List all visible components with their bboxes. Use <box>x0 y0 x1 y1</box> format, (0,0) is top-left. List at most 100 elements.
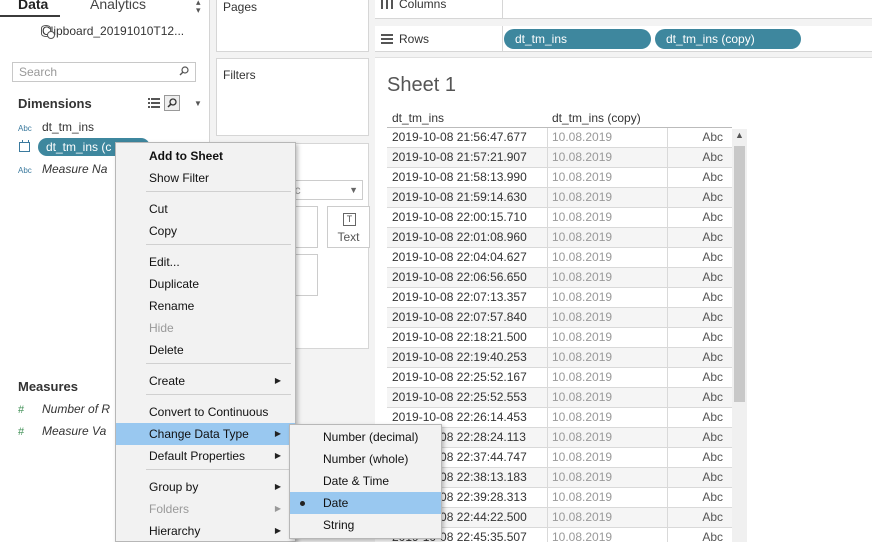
cell-abc: Abc <box>702 190 723 204</box>
table-row[interactable]: 2019-10-08 22:06:56.650 10.08.2019 Abc <box>387 268 733 288</box>
data-type-option-number-whole[interactable]: Number (whole) <box>290 448 441 470</box>
tab-data[interactable]: Data <box>18 0 48 12</box>
scrollbar-thumb[interactable] <box>734 146 745 402</box>
menu-separator <box>146 191 291 192</box>
menu-item-copy[interactable]: Copy <box>116 220 295 242</box>
menu-item-add-to-sheet[interactable]: Add to Sheet <box>116 145 295 167</box>
scroll-up-icon[interactable]: ▲ <box>735 130 744 140</box>
pages-card[interactable]: Pages <box>216 0 369 52</box>
measure-field[interactable]: # Measure Va <box>18 422 106 440</box>
cell-divider <box>667 248 668 268</box>
menu-item-label: Folders <box>149 502 190 516</box>
pane-menu-caret-icon[interactable]: ▼ <box>194 99 202 108</box>
cell-dt-tm-ins-copy: 10.08.2019 <box>552 170 613 184</box>
cell-dt-tm-ins: 2019-10-08 22:04:04.627 <box>392 250 527 264</box>
columns-icon <box>381 0 393 9</box>
cell-dt-tm-ins: 2019-10-08 21:57:21.907 <box>392 150 527 164</box>
cell-abc: Abc <box>702 170 723 184</box>
search-box[interactable] <box>12 62 196 82</box>
cell-divider <box>667 408 668 428</box>
cell-abc: Abc <box>702 330 723 344</box>
text-icon: T <box>343 213 356 226</box>
cell-dt-tm-ins: 2019-10-08 22:18:21.500 <box>392 330 527 344</box>
menu-item-duplicate[interactable]: Duplicate <box>116 273 295 295</box>
rows-pill[interactable]: dt_tm_ins <box>504 29 651 49</box>
table-row[interactable]: 2019-10-08 22:25:52.553 10.08.2019 Abc <box>387 388 733 408</box>
cell-abc: Abc <box>702 370 723 384</box>
cell-dt-tm-ins-copy: 10.08.2019 <box>552 330 613 344</box>
menu-item-group-by[interactable]: Group by ▶ <box>116 476 295 498</box>
cell-dt-tm-ins: 2019-10-08 22:25:52.553 <box>392 390 527 404</box>
rows-shelf[interactable]: Rows dt_tm_ins dt_tm_ins (copy) <box>375 26 872 52</box>
menu-item-change-data-type[interactable]: Change Data Type ▶ <box>116 423 295 445</box>
cell-divider <box>667 168 668 188</box>
find-field-button[interactable] <box>164 95 180 111</box>
rows-pill[interactable]: dt_tm_ins (copy) <box>655 29 801 49</box>
date-type-icon <box>19 140 30 152</box>
table-row[interactable]: 2019-10-08 21:59:14.630 10.08.2019 Abc <box>387 188 733 208</box>
datasource-item[interactable]: Clipboard_20191010T12... <box>22 24 184 39</box>
search-icon[interactable] <box>179 66 189 76</box>
data-type-option-string[interactable]: String <box>290 514 441 536</box>
column-header[interactable]: dt_tm_ins <box>392 111 444 125</box>
cell-divider <box>547 388 548 408</box>
menu-item-label: Date <box>323 496 349 510</box>
menu-item-create[interactable]: Create ▶ <box>116 370 295 392</box>
dimension-field[interactable]: Abc dt_tm_ins <box>18 118 94 136</box>
rows-shelf-label: Rows <box>381 32 429 46</box>
menu-item-convert-to-continuous[interactable]: Convert to Continuous <box>116 401 295 423</box>
data-type-option-date-time[interactable]: Date & Time <box>290 470 441 492</box>
cell-divider <box>547 168 548 188</box>
submenu-arrow-icon: ▶ <box>274 451 281 460</box>
cell-divider <box>547 528 548 542</box>
table-row[interactable]: 2019-10-08 21:57:21.907 10.08.2019 Abc <box>387 148 733 168</box>
table-row[interactable]: 2019-10-08 22:18:21.500 10.08.2019 Abc <box>387 328 733 348</box>
pane-expand-icon[interactable]: ▴ ▾ <box>196 0 201 15</box>
menu-item-delete[interactable]: Delete <box>116 339 295 361</box>
submenu-arrow-icon: ▶ <box>274 526 281 535</box>
cell-abc: Abc <box>702 230 723 244</box>
cell-dt-tm-ins-copy: 10.08.2019 <box>552 490 613 504</box>
filters-card[interactable]: Filters <box>216 58 369 136</box>
string-type-icon: Abc <box>18 166 32 175</box>
tab-analytics[interactable]: Analytics <box>90 0 146 12</box>
cell-dt-tm-ins: 2019-10-08 21:56:47.677 <box>392 130 527 144</box>
columns-shelf[interactable]: Columns <box>375 0 872 19</box>
column-header[interactable]: dt_tm_ins (copy) <box>552 111 641 125</box>
menu-item-hierarchy[interactable]: Hierarchy ▶ <box>116 520 295 542</box>
cell-dt-tm-ins-copy: 10.08.2019 <box>552 370 613 384</box>
submenu-arrow-icon: ▶ <box>274 482 281 491</box>
menu-item-label: String <box>323 518 355 532</box>
menu-item-show-filter[interactable]: Show Filter <box>116 167 295 189</box>
string-type-icon: Abc <box>18 124 32 133</box>
menu-item-rename[interactable]: Rename <box>116 295 295 317</box>
table-row[interactable]: 2019-10-08 22:19:40.253 10.08.2019 Abc <box>387 348 733 368</box>
measure-field[interactable]: # Number of R <box>18 400 110 418</box>
vertical-scrollbar[interactable]: ▲ <box>732 129 747 542</box>
menu-item-cut[interactable]: Cut <box>116 198 295 220</box>
menu-item-edit[interactable]: Edit... <box>116 251 295 273</box>
cell-dt-tm-ins-copy: 10.08.2019 <box>552 390 613 404</box>
table-row[interactable]: 2019-10-08 21:58:13.990 10.08.2019 Abc <box>387 168 733 188</box>
table-row[interactable]: 2019-10-08 22:07:57.840 10.08.2019 Abc <box>387 308 733 328</box>
menu-item-default-properties[interactable]: Default Properties ▶ <box>116 445 295 467</box>
list-view-icon[interactable] <box>148 98 160 108</box>
cell-dt-tm-ins-copy: 10.08.2019 <box>552 430 613 444</box>
data-type-option-number-decimal[interactable]: Number (decimal) <box>290 426 441 448</box>
menu-item-label: Create <box>149 374 186 388</box>
search-input[interactable] <box>13 63 173 81</box>
cell-divider <box>667 188 668 208</box>
dimension-field[interactable]: Abc Measure Na <box>18 160 107 178</box>
text-button[interactable]: T Text <box>327 206 370 248</box>
table-row[interactable]: 2019-10-08 22:07:13.357 10.08.2019 Abc <box>387 288 733 308</box>
cell-divider <box>667 208 668 228</box>
cell-dt-tm-ins-copy: 10.08.2019 <box>552 510 613 524</box>
table-row[interactable]: 2019-10-08 21:56:47.677 10.08.2019 Abc <box>387 128 733 148</box>
table-row[interactable]: 2019-10-08 22:25:52.167 10.08.2019 Abc <box>387 368 733 388</box>
table-row[interactable]: 2019-10-08 22:04:04.627 10.08.2019 Abc <box>387 248 733 268</box>
table-row[interactable]: 2019-10-08 22:01:08.960 10.08.2019 Abc <box>387 228 733 248</box>
pane-tabs: Data Analytics ▴ ▾ <box>0 0 210 17</box>
data-type-option-date[interactable]: Date <box>290 492 441 514</box>
cell-dt-tm-ins-copy: 10.08.2019 <box>552 290 613 304</box>
table-row[interactable]: 2019-10-08 22:00:15.710 10.08.2019 Abc <box>387 208 733 228</box>
